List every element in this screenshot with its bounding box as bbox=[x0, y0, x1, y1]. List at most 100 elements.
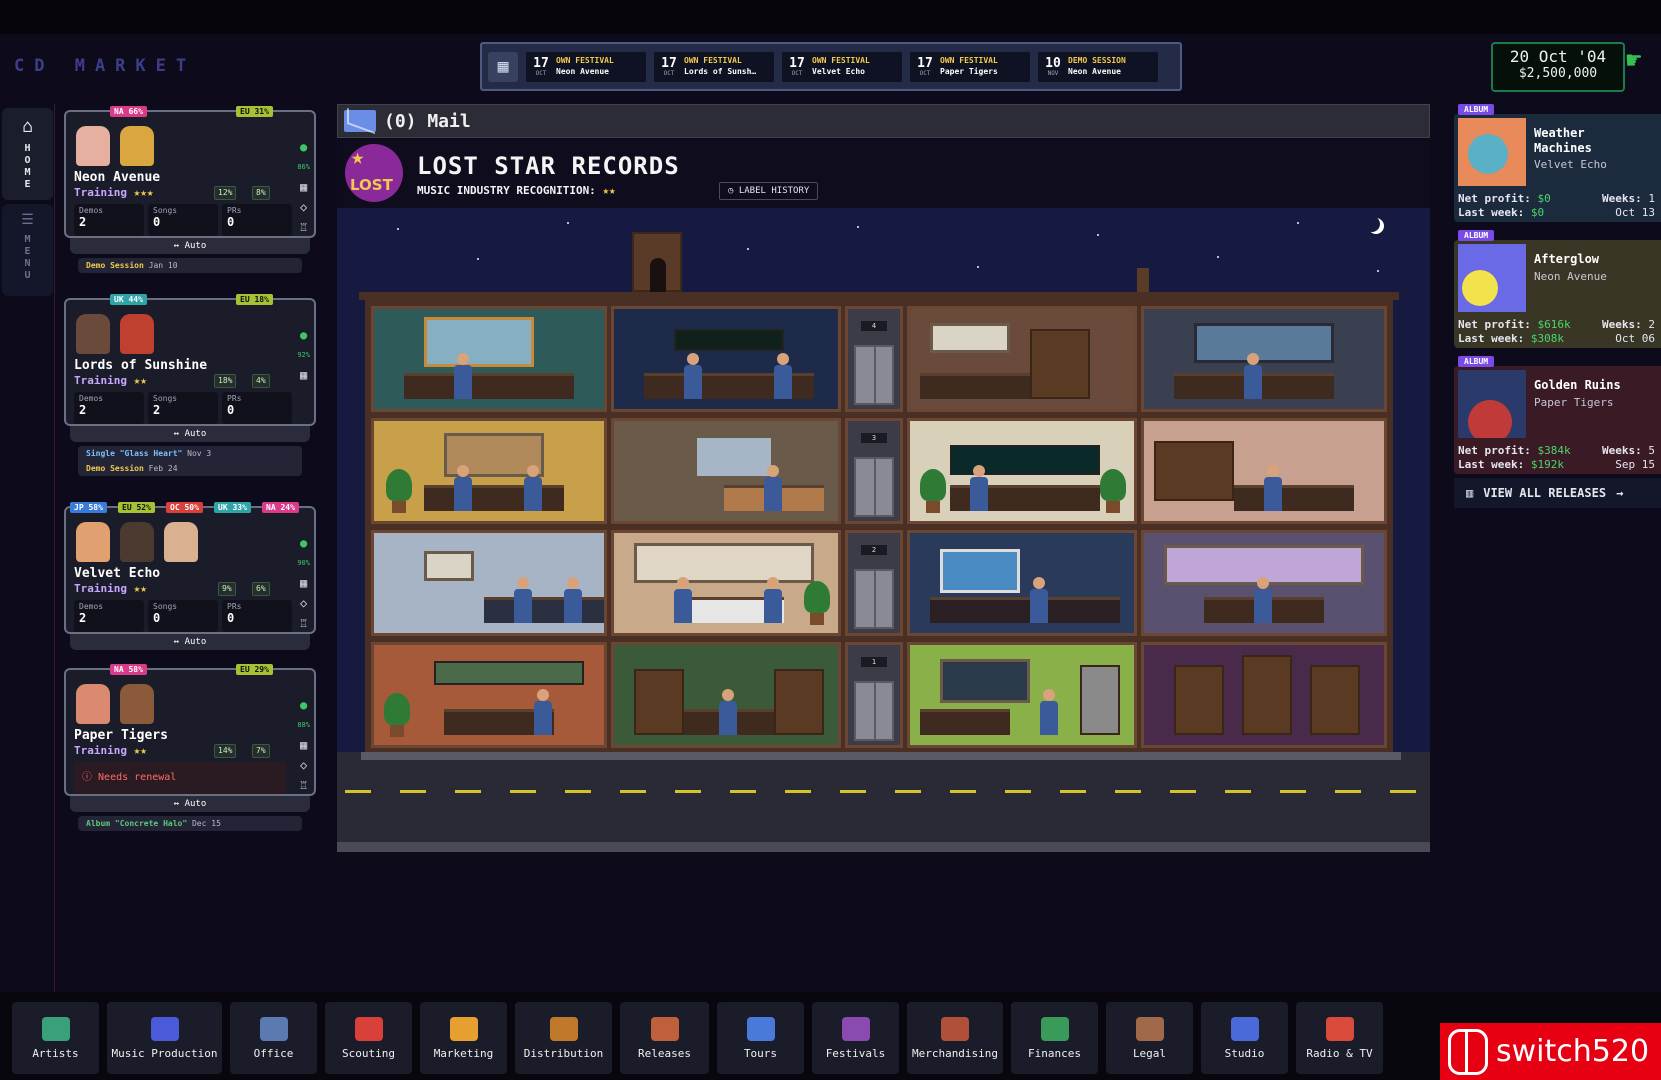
calendar-icon[interactable]: ▦ bbox=[300, 180, 307, 194]
nav-studio[interactable]: Studio bbox=[1201, 1002, 1288, 1074]
lightbulb-icon[interactable]: ● bbox=[300, 140, 307, 154]
member-avatar bbox=[76, 522, 110, 562]
artist-card[interactable]: NA 58% EU 29% Paper Tigers Training ★★ 1… bbox=[64, 664, 316, 831]
stat-percent: 4% bbox=[252, 374, 270, 388]
tag-icon[interactable]: ◇ bbox=[300, 758, 307, 772]
room-office[interactable] bbox=[371, 530, 607, 636]
room-trophy[interactable] bbox=[1141, 642, 1387, 748]
artist-card[interactable]: NA 66% EU 31% Neon Avenue Training ★★★ 1… bbox=[64, 106, 316, 273]
nav-merchandising[interactable]: Merchandising bbox=[907, 1002, 1003, 1074]
elevator[interactable]: 2 bbox=[845, 530, 903, 636]
tag-icon[interactable]: ◇ bbox=[300, 596, 307, 610]
event-name: Neon Avenue bbox=[1068, 67, 1121, 76]
nav-marketing[interactable]: Marketing bbox=[420, 1002, 507, 1074]
desk bbox=[920, 709, 1010, 735]
nav-label: Music Production bbox=[111, 1046, 218, 1060]
market-tag: EU 52% bbox=[118, 502, 155, 513]
artist-card[interactable]: UK 44% EU 18% Lords of Sunshine Training… bbox=[64, 294, 316, 476]
room-artists[interactable] bbox=[371, 306, 607, 412]
room-tours[interactable] bbox=[907, 530, 1137, 636]
net-profit: Net profit: $0 bbox=[1458, 192, 1551, 205]
market-tag: NA 66% bbox=[110, 106, 147, 117]
nav-music-production[interactable]: Music Production bbox=[107, 1002, 222, 1074]
shirt-icon[interactable]: ♖ bbox=[300, 616, 307, 630]
calendar-icon[interactable]: ▦ bbox=[300, 368, 307, 382]
nav-radio-tv[interactable]: Radio & TV bbox=[1296, 1002, 1383, 1074]
elevator[interactable]: 4 bbox=[845, 306, 903, 412]
room-scouting[interactable] bbox=[907, 306, 1137, 412]
member-avatar bbox=[120, 684, 154, 724]
nav-festivals[interactable]: Festivals bbox=[812, 1002, 899, 1074]
auto-toggle[interactable]: ↔ Auto bbox=[70, 796, 310, 812]
auto-toggle[interactable]: ↔ Auto bbox=[70, 238, 310, 254]
room-festivals[interactable] bbox=[1141, 530, 1387, 636]
nav-tours[interactable]: Tours bbox=[717, 1002, 804, 1074]
lightbulb-icon[interactable]: ● bbox=[300, 328, 307, 342]
event-day: 17 bbox=[661, 55, 677, 71]
room-radio-tv[interactable] bbox=[371, 642, 607, 748]
net-profit-value: $0 bbox=[1537, 192, 1551, 205]
event-item[interactable]: 17 OCT OWN FESTIVAL Lords of Sunsh… bbox=[654, 51, 774, 82]
elevator[interactable]: 1 bbox=[845, 642, 903, 748]
lane-marking bbox=[510, 790, 536, 793]
room-finances[interactable] bbox=[907, 418, 1137, 524]
event-item[interactable]: 10 NOV DEMO SESSION Neon Avenue bbox=[1038, 51, 1158, 82]
room-distribution[interactable] bbox=[611, 418, 841, 524]
room-releases[interactable] bbox=[611, 530, 841, 636]
current-date: 20 Oct '04 bbox=[1509, 47, 1607, 66]
needs-renewal-warning[interactable]: ⓘ Needs renewal bbox=[74, 762, 286, 794]
event-item[interactable]: 17 OCT OWN FESTIVAL Neon Avenue bbox=[526, 51, 646, 82]
room-scheduling[interactable] bbox=[907, 642, 1137, 748]
room-studio[interactable] bbox=[1141, 306, 1387, 412]
room-music-production[interactable] bbox=[611, 306, 841, 412]
sidewalk bbox=[361, 752, 1401, 760]
lane-marking bbox=[400, 790, 426, 793]
release-card[interactable]: Weather Machines Velvet Echo Net profit:… bbox=[1454, 104, 1661, 222]
nav-office[interactable]: Office bbox=[230, 1002, 317, 1074]
home-tab[interactable]: ⌂ HOME bbox=[2, 108, 53, 200]
mail-label: (0) Mail bbox=[384, 110, 471, 132]
nav-finances[interactable]: Finances bbox=[1011, 1002, 1098, 1074]
calendar-icon[interactable]: ▦ bbox=[300, 576, 307, 590]
desk bbox=[930, 597, 1120, 623]
home-label: HOME bbox=[22, 143, 33, 191]
sky-star bbox=[747, 248, 749, 250]
event-item[interactable]: 17 OCT OWN FESTIVAL Paper Tigers bbox=[910, 51, 1030, 82]
elevator[interactable]: 3 bbox=[845, 418, 903, 524]
room-merchandising[interactable] bbox=[1141, 418, 1387, 524]
auto-toggle[interactable]: ↔ Auto bbox=[70, 634, 310, 650]
artist-card[interactable]: JP 58% EU 52% OC 50% UK 33% NA 24% Velve… bbox=[64, 502, 316, 650]
shirt-icon[interactable]: ♖ bbox=[300, 220, 307, 234]
event-day: 10 bbox=[1045, 55, 1061, 71]
lightbulb-icon[interactable]: ● bbox=[300, 698, 307, 712]
view-all-releases-button[interactable]: ▥ VIEW ALL RELEASES → bbox=[1454, 478, 1661, 508]
bookshelf bbox=[634, 669, 684, 735]
release-card[interactable]: Golden Ruins Paper Tigers Net profit: $3… bbox=[1454, 356, 1661, 474]
floor-number: 3 bbox=[861, 433, 887, 443]
pointing-hand-icon[interactable]: ☛ bbox=[1626, 46, 1654, 76]
room-marketing[interactable] bbox=[371, 418, 607, 524]
calendar-icon[interactable]: ▦ bbox=[488, 51, 518, 82]
mail-bar[interactable]: (0) Mail bbox=[337, 104, 1430, 138]
calendar-icon[interactable]: ▦ bbox=[300, 738, 307, 752]
watermark-text: switch520 bbox=[1496, 1034, 1650, 1069]
nav-distribution[interactable]: Distribution bbox=[515, 1002, 612, 1074]
label-history-button[interactable]: ◷ LABEL HISTORY bbox=[719, 182, 819, 200]
radio-tv-icon bbox=[1325, 1016, 1354, 1041]
lightbulb-icon[interactable]: ● bbox=[300, 536, 307, 550]
tag-icon[interactable]: ◇ bbox=[300, 200, 307, 214]
event-item[interactable]: 17 OCT OWN FESTIVAL Velvet Echo bbox=[782, 51, 902, 82]
nav-legal[interactable]: Legal bbox=[1106, 1002, 1193, 1074]
nav-scouting[interactable]: Scouting bbox=[325, 1002, 412, 1074]
bulb-percent: 86% bbox=[297, 163, 310, 171]
menu-tab[interactable]: ☰ MENU bbox=[2, 204, 53, 296]
release-card[interactable]: Afterglow Neon Avenue Net profit: $616k … bbox=[1454, 230, 1661, 348]
rooftop-hut bbox=[632, 232, 682, 292]
nav-releases[interactable]: Releases bbox=[620, 1002, 709, 1074]
date-money-display[interactable]: 20 Oct '04 $2,500,000 bbox=[1491, 42, 1625, 92]
nav-artists[interactable]: Artists bbox=[12, 1002, 99, 1074]
auto-toggle[interactable]: ↔ Auto bbox=[70, 426, 310, 442]
app-title: CD MARKET bbox=[14, 56, 197, 76]
shirt-icon[interactable]: ♖ bbox=[300, 778, 307, 792]
room-legal[interactable] bbox=[611, 642, 841, 748]
